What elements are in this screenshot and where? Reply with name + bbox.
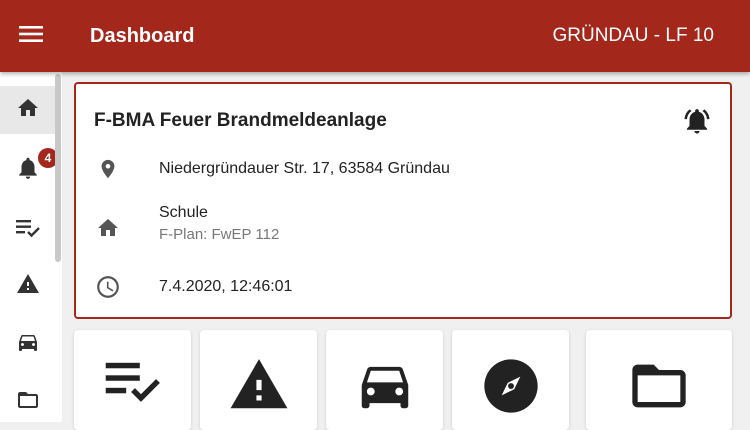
sidebar-item-vehicles[interactable]: [0, 320, 55, 368]
tile-documents[interactable]: [586, 330, 732, 430]
tile-navigation[interactable]: [452, 330, 569, 430]
alarm-bell-icon: [682, 109, 712, 140]
car-icon: [15, 330, 41, 359]
bell-icon: [15, 155, 41, 186]
incident-card[interactable]: F-BMA Feuer Brandmeldeanlage Niedergründ…: [74, 82, 732, 319]
incident-title: F-BMA Feuer Brandmeldeanlage: [94, 110, 387, 131]
page-title: Dashboard: [90, 24, 195, 47]
tile-vehicles[interactable]: [326, 330, 443, 430]
app-bar: Dashboard GRÜNDAU - LF 10: [0, 0, 750, 72]
sidebar-scrollbar[interactable]: [55, 74, 61, 262]
incident-address: Niedergründauer Str. 17, 63584 Gründau: [159, 160, 450, 177]
unit-name: GRÜNDAU - LF 10: [552, 25, 714, 46]
folder-icon: [625, 330, 693, 430]
sidebar-item-folder[interactable]: [0, 378, 55, 426]
sidebar-item-warning[interactable]: [0, 262, 55, 310]
object-plan: F-Plan: FwEP 112: [159, 226, 280, 243]
incident-address-row: Niedergründauer Str. 17, 63584 Gründau: [94, 156, 450, 182]
sidebar-item-alarms[interactable]: 4: [0, 146, 58, 194]
menu-button[interactable]: [0, 0, 62, 72]
sidebar-item-home[interactable]: [0, 86, 55, 134]
tile-warning[interactable]: [200, 330, 317, 430]
warning-icon: [225, 330, 293, 430]
home-icon: [15, 96, 41, 125]
compass-icon: [479, 330, 543, 430]
clock-icon: [94, 274, 122, 300]
alarm-button[interactable]: [682, 106, 712, 141]
incident-time-row: 7.4.2020, 12:46:01: [94, 274, 292, 300]
checklist-icon: [15, 217, 41, 244]
warning-icon: [15, 272, 41, 301]
checklist-icon: [100, 330, 166, 430]
tile-checklist[interactable]: [74, 330, 191, 430]
sidebar-item-checklist[interactable]: [0, 206, 55, 254]
incident-time: 7.4.2020, 12:46:01: [159, 278, 293, 295]
location-pin-icon: [94, 156, 122, 182]
object-name: Schule: [159, 204, 208, 221]
menu-icon: [19, 24, 43, 49]
incident-object: Schule F-Plan: FwEP 112: [159, 204, 279, 243]
page-scrollbar[interactable]: [741, 72, 750, 422]
quick-actions: [74, 330, 732, 430]
car-icon: [353, 330, 417, 430]
sidebar: 4: [0, 72, 62, 422]
home-icon: [94, 216, 122, 240]
incident-object-row: Schule F-Plan: FwEP 112: [94, 204, 279, 243]
folder-icon: [15, 388, 41, 417]
